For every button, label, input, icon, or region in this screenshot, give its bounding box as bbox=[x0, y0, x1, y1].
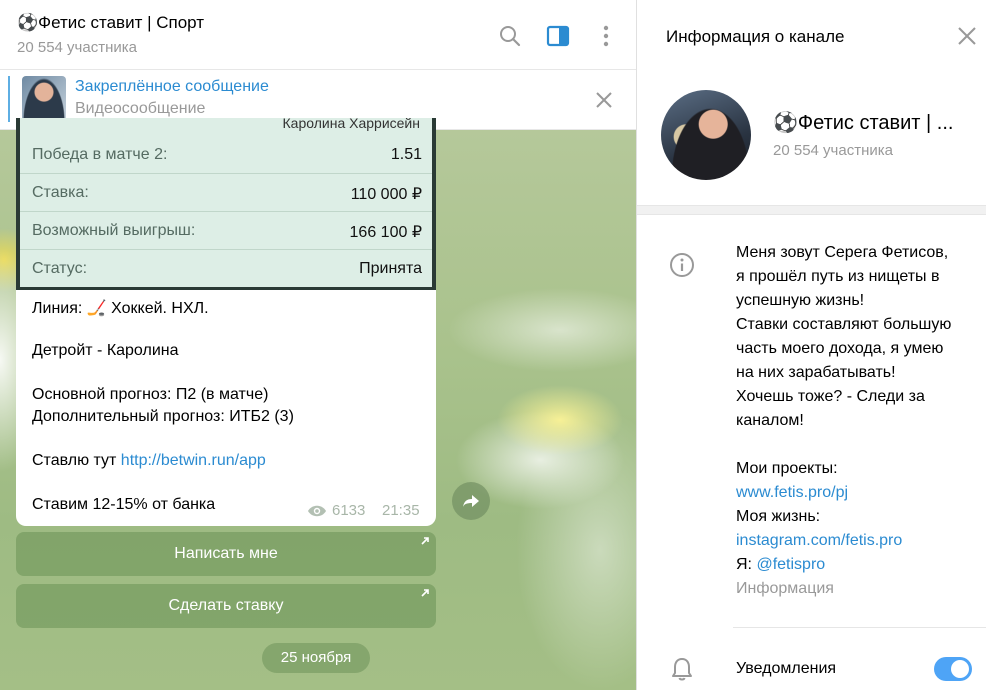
share-icon bbox=[463, 495, 479, 507]
bet-slip-value: 166 100 ₽ bbox=[349, 224, 422, 241]
message-time: 21:35 bbox=[382, 502, 420, 519]
info-panel-title: Информация о канале bbox=[666, 27, 845, 46]
close-icon[interactable] bbox=[957, 26, 977, 46]
divider bbox=[733, 627, 986, 628]
bet-slip-row: Статус: Принята bbox=[20, 250, 432, 288]
channel-avatar[interactable] bbox=[661, 90, 751, 180]
close-icon[interactable] bbox=[594, 90, 614, 110]
bet-slip-label: Статус: bbox=[32, 260, 88, 277]
description-line: я прошёл путь из нищеты в bbox=[736, 268, 940, 285]
pinned-title[interactable]: Закреплённое сообщение bbox=[75, 78, 269, 96]
channel-info-panel: Информация о канале ⚽Фетис ставит | ... … bbox=[636, 0, 986, 690]
bet-slip-value: 1.51 bbox=[390, 146, 422, 163]
toggle-knob bbox=[951, 660, 969, 678]
description-line: часть моего дохода, я умею bbox=[736, 340, 944, 357]
life-label: Моя жизнь: bbox=[736, 508, 821, 525]
message-bubble[interactable]: Каролина Харрисейн Победа в матче 2: 1.5… bbox=[16, 118, 436, 526]
message-line-extra-forecast: Дополнительный прогноз: ИТБ2 (3) bbox=[32, 408, 294, 425]
bet-slip-label: Победа в матче 2: bbox=[32, 146, 168, 163]
description-line: Меня зовут Серега Фетисов, bbox=[736, 244, 949, 261]
bet-slip-row: Возможный выигрыш: 166 100 ₽ bbox=[20, 212, 432, 250]
message-line-bet-here: Ставлю тут http://betwin.run/app bbox=[32, 452, 266, 470]
bell-icon bbox=[672, 658, 692, 681]
bet-slip-value: Принята bbox=[359, 260, 422, 277]
message-line-bank: Ставим 12-15% от банка bbox=[32, 496, 216, 513]
me-prefix: Я: bbox=[736, 556, 757, 573]
description-line: Мои проекты: bbox=[736, 460, 838, 477]
channel-member-count[interactable]: 20 554 участника bbox=[773, 142, 893, 159]
write-me-label: Написать мне bbox=[174, 545, 278, 562]
bet-slip-value: 110 000 ₽ bbox=[350, 186, 422, 203]
chat-title[interactable]: ⚽Фетис ставит | Спорт bbox=[17, 13, 204, 33]
description-caption: Информация bbox=[736, 580, 834, 597]
section-divider bbox=[637, 205, 986, 215]
info-icon bbox=[670, 253, 694, 277]
pinned-subtitle: Видеосообщение bbox=[75, 100, 206, 117]
more-vertical-icon[interactable] bbox=[594, 24, 618, 48]
external-arrow-icon bbox=[421, 537, 429, 545]
bet-slip-row: Ставка: 110 000 ₽ bbox=[20, 174, 432, 212]
bet-here-prefix: Ставлю тут bbox=[32, 452, 121, 469]
chat-pane: ⚽Фетис ставит | Спорт 20 554 участника З… bbox=[0, 0, 636, 690]
projects-link[interactable]: www.fetis.pro/pj bbox=[736, 484, 848, 502]
chat-header[interactable]: ⚽Фетис ставит | Спорт 20 554 участника bbox=[0, 0, 636, 70]
write-me-button[interactable]: Написать мне bbox=[16, 532, 436, 576]
share-button[interactable] bbox=[452, 482, 490, 520]
pinned-thumbnail bbox=[22, 76, 66, 122]
external-arrow-icon bbox=[421, 589, 429, 597]
description-line: каналом! bbox=[736, 412, 804, 429]
chat-member-count: 20 554 участника bbox=[17, 39, 137, 56]
description-line: на них зарабатывать! bbox=[736, 364, 896, 381]
bet-slip-cut-text: Каролина Харрисейн bbox=[282, 118, 420, 131]
view-count: 6133 bbox=[332, 502, 366, 519]
date-separator: 25 ноября bbox=[262, 643, 370, 673]
description-line: успешную жизнь! bbox=[736, 292, 865, 309]
pinned-accent-bar bbox=[8, 76, 10, 122]
message-line-sport: Линия: 🏒 Хоккей. НХЛ. bbox=[32, 300, 209, 317]
description-line: Хочешь тоже? - Следи за bbox=[736, 388, 925, 405]
notifications-label: Уведомления bbox=[736, 660, 837, 677]
bet-slip-label: Ставка: bbox=[32, 184, 89, 201]
bet-slip-label: Возможный выигрыш: bbox=[32, 222, 196, 239]
bet-here-link[interactable]: http://betwin.run/app bbox=[121, 452, 266, 469]
message-line-match: Детройт - Каролина bbox=[32, 342, 179, 359]
notifications-toggle[interactable] bbox=[934, 657, 972, 681]
username-link[interactable]: @fetispro bbox=[756, 556, 825, 573]
make-bet-button[interactable]: Сделать ставку bbox=[16, 584, 436, 628]
search-icon[interactable] bbox=[498, 24, 522, 48]
bet-slip-row: Победа в матче 2: 1.51 bbox=[20, 136, 432, 174]
eye-icon bbox=[308, 505, 326, 517]
message-line-main-forecast: Основной прогноз: П2 (в матче) bbox=[32, 386, 269, 403]
sidebar-toggle-icon[interactable] bbox=[546, 24, 570, 48]
bet-slip-image: Каролина Харрисейн Победа в матче 2: 1.5… bbox=[16, 118, 436, 290]
me-line: Я: @fetispro bbox=[736, 556, 825, 574]
make-bet-label: Сделать ставку bbox=[168, 597, 284, 614]
instagram-link[interactable]: instagram.com/fetis.pro bbox=[736, 532, 902, 550]
description-line: Ставки составляют большую bbox=[736, 316, 952, 333]
channel-name: ⚽Фетис ставит | ... bbox=[773, 112, 954, 134]
